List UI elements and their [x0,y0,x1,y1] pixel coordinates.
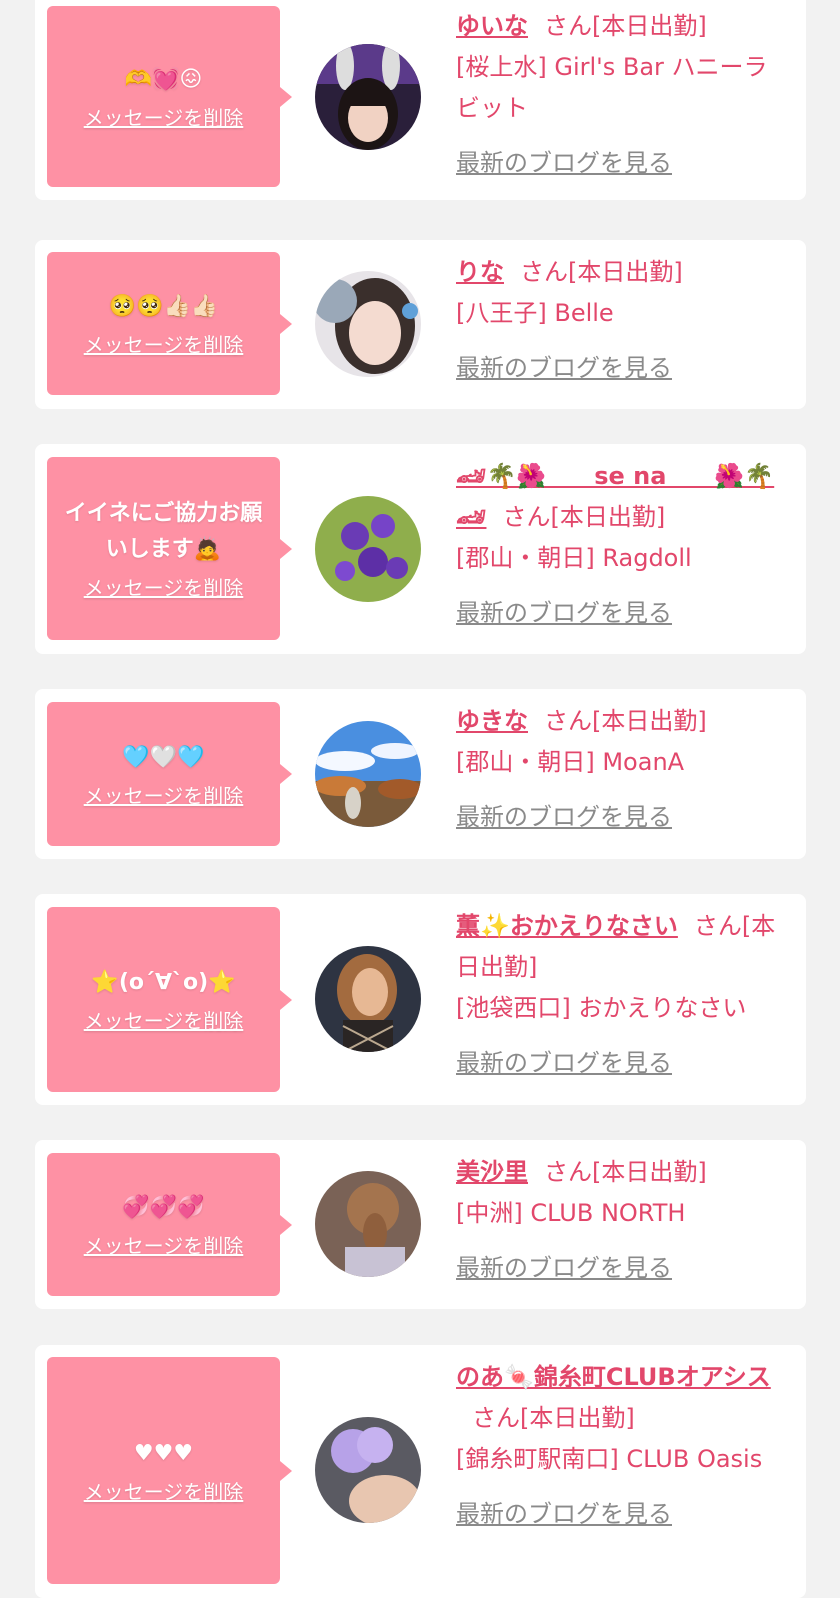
status-label: [本日出勤] [568,258,683,286]
status-label: [本日出勤] [592,707,707,735]
avatar[interactable] [315,44,421,150]
blog-link[interactable]: 最新のブログを見る [456,797,672,838]
favorite-card: イイネにご協力お願いします🙇 メッセージを削除 🏎🌴🌺 se na 🌺🌴🏎 さん[… [35,444,806,654]
san-label: さん [544,1158,592,1186]
message-text: ♥♥♥ [133,1441,194,1466]
woman-portrait-photo-icon [315,946,421,1052]
san-label: さん [544,707,592,735]
message-bubble: 🥺🥺👍🏻👍🏻 メッセージを削除 [47,252,292,395]
blog-link[interactable]: 最新のブログを見る [456,1043,672,1084]
message-text: イイネにご協力お願いします🙇 [64,501,263,562]
status-label: [本日出勤] [592,1158,707,1186]
cast-info: のあ🍬錦糸町CLUBオアシスさん[本日出勤] [錦糸町駅南口] CLUB Oas… [456,1357,791,1535]
garden-sky-photo-icon [315,721,421,827]
favorite-card: 🩵🤍🩵 メッセージを削除 ゆきな さん[本日出勤] [郡山・朝日] MoanA 最… [35,689,806,859]
delete-message-link[interactable]: メッセージを削除 [84,1005,244,1034]
cast-name-link[interactable]: りな [456,258,504,286]
delete-message-link[interactable]: メッセージを削除 [84,102,244,131]
cast-name-link[interactable]: 美沙里 [456,1158,528,1186]
blog-link[interactable]: 最新のブログを見る [456,1248,672,1289]
blog-link[interactable]: 最新のブログを見る [456,1494,672,1535]
cast-info: りな さん[本日出勤] [八王子] Belle 最新のブログを見る [456,252,791,389]
cast-info: 薫✨おかえりなさい さん[本日出勤] [池袋西口] おかえりなさい 最新のブログを… [456,906,791,1084]
message-bubble: ♥♥♥ メッセージを削除 [47,1357,292,1584]
status-label: [本日出勤] [550,503,666,531]
avatar[interactable] [315,271,421,377]
avatar[interactable] [315,946,421,1052]
shop-label: [桜上水] Girl's Bar ハニーラビット [456,53,768,122]
message-text: 🥺🥺👍🏻👍🏻 [108,294,219,319]
favorite-card: ⭐(o´∀`o)⭐ メッセージを削除 薫✨おかえりなさい さん[本日出勤] [池袋… [35,894,806,1105]
cast-name-link[interactable]: 薫✨おかえりなさい [456,912,678,940]
shop-label: [中洲] CLUB NORTH [456,1199,686,1227]
message-bubble: 🫶💓😖 メッセージを削除 [47,6,292,187]
avatar[interactable] [315,496,421,602]
delete-message-link[interactable]: メッセージを削除 [84,780,244,809]
shop-label: [錦糸町駅南口] CLUB Oasis [456,1445,763,1473]
san-label: さん [472,1404,520,1432]
message-text: 🫶💓😖 [124,67,203,92]
message-text: 🩵🤍🩵 [122,744,205,770]
delete-message-link[interactable]: メッセージを削除 [84,1230,244,1259]
favorite-card: ♥♥♥ メッセージを削除 のあ🍬錦糸町CLUBオアシスさん[本日出勤] [錦糸町… [35,1345,806,1598]
san-label: さん [693,912,742,940]
avatar[interactable] [315,721,421,827]
girl-bunny-ears-photo-icon [315,44,421,150]
shop-label: [池袋西口] おかえりなさい [456,994,747,1022]
woman-hair-back-photo-icon [315,1171,421,1277]
message-bubble: 💞💞💞 メッセージを削除 [47,1153,292,1296]
cast-info: 🏎🌴🌺 se na 🌺🌴🏎 さん[本日出勤] [郡山・朝日] Ragdoll 最新… [456,456,791,634]
favorite-card: 🥺🥺👍🏻👍🏻 メッセージを削除 りな さん[本日出勤] [八王子] Belle 最… [35,240,806,409]
delete-message-link[interactable]: メッセージを削除 [84,1476,244,1505]
message-bubble: イイネにご協力お願いします🙇 メッセージを削除 [47,457,292,640]
delete-message-link[interactable]: メッセージを削除 [84,572,244,601]
san-label: さん [520,258,568,286]
cast-info: ゆいな さん[本日出勤] [桜上水] Girl's Bar ハニーラビット 最新の… [456,6,791,184]
status-label: [本日出勤] [592,12,707,40]
message-text: ⭐(o´∀`o)⭐ [91,970,236,995]
blog-link[interactable]: 最新のブログを見る [456,143,672,184]
shop-label: [郡山・朝日] Ragdoll [456,544,692,572]
favorite-list: 🫶💓😖 メッセージを削除 ゆいな さん[本日出勤] [桜上水] Girl's Ba… [0,0,840,1598]
purple-flowers-photo-icon [315,496,421,602]
avatar[interactable] [315,1171,421,1277]
girl-selfie-photo-icon [315,271,421,377]
blurred-flower-photo-icon [315,1417,421,1523]
shop-label: [郡山・朝日] MoanA [456,748,685,776]
cast-info: 美沙里 さん[本日出勤] [中洲] CLUB NORTH 最新のブログを見る [456,1152,791,1289]
favorite-card: 💞💞💞 メッセージを削除 美沙里 さん[本日出勤] [中洲] CLUB NORTH… [35,1140,806,1309]
delete-message-link[interactable]: メッセージを削除 [84,329,244,358]
message-text: 💞💞💞 [122,1195,205,1220]
san-label: さん [544,12,592,40]
status-label: [本日出勤] [520,1404,635,1432]
favorite-card: 🫶💓😖 メッセージを削除 ゆいな さん[本日出勤] [桜上水] Girl's Ba… [35,0,806,200]
cast-name-link[interactable]: ゆきな [456,707,528,735]
san-label: さん [502,503,551,531]
blog-link[interactable]: 最新のブログを見る [456,593,672,634]
blog-link[interactable]: 最新のブログを見る [456,348,672,389]
shop-label: [八王子] Belle [456,299,614,327]
cast-info: ゆきな さん[本日出勤] [郡山・朝日] MoanA 最新のブログを見る [456,701,791,838]
message-bubble: 🩵🤍🩵 メッセージを削除 [47,702,292,846]
avatar[interactable] [315,1417,421,1523]
message-bubble: ⭐(o´∀`o)⭐ メッセージを削除 [47,907,292,1092]
cast-name-link[interactable]: ゆいな [456,12,528,40]
cast-name-link[interactable]: のあ🍬錦糸町CLUBオアシス [456,1363,771,1391]
